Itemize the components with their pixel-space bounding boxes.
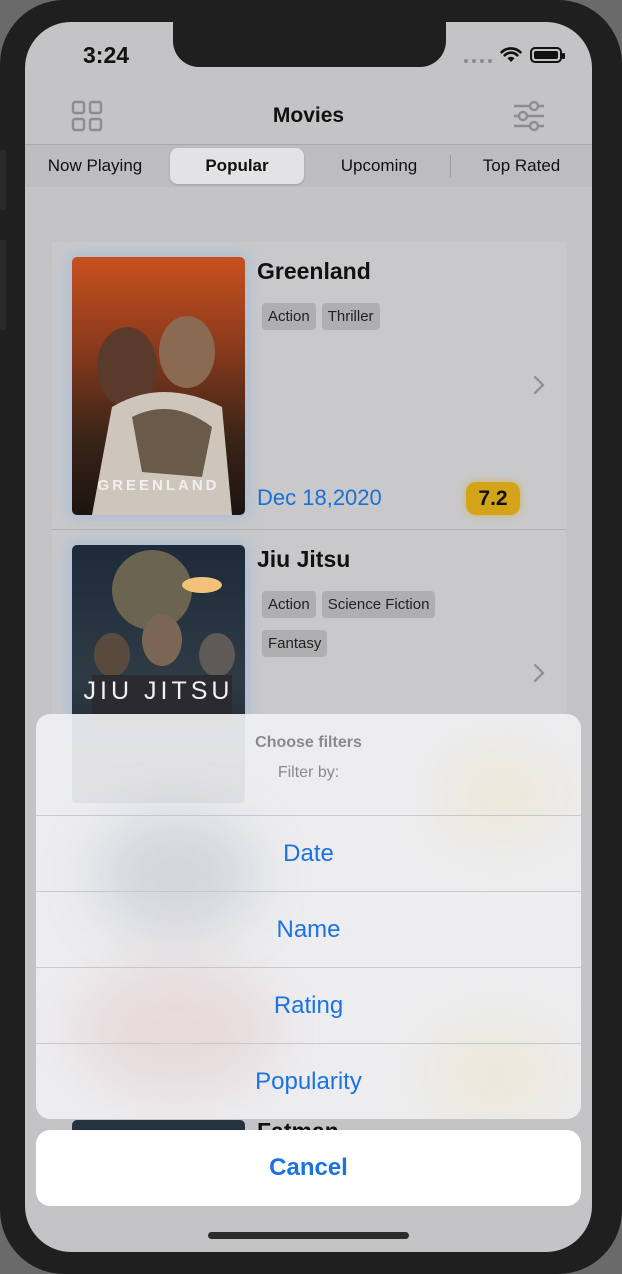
genre-tag: Fantasy (262, 630, 328, 657)
genre-tag: Thriller (321, 303, 380, 330)
tab-popular[interactable]: Popular (170, 148, 304, 184)
genre-tags: Action Thriller (262, 303, 502, 342)
release-date: Dec 18,2020 (257, 485, 382, 510)
chevron-right-icon (533, 375, 545, 395)
side-button (0, 240, 6, 330)
screen: 3:24 Movies Now Playing Popular Upcoming… (25, 22, 592, 1252)
movie-card[interactable]: GREENLAND Greenland Action Thriller Dec 1… (52, 242, 566, 529)
movie-title: Greenland (257, 258, 371, 284)
tab-top-rated[interactable]: Top Rated (451, 148, 592, 184)
tab-now-playing[interactable]: Now Playing (25, 148, 165, 184)
poster-title: GREENLAND (97, 477, 220, 494)
sheet-message: Filter by: (277, 764, 340, 781)
phone-frame: 3:24 Movies Now Playing Popular Upcoming… (0, 0, 622, 1274)
filter-name-button[interactable]: Name (36, 891, 581, 968)
genre-tags: Action Science Fiction Fantasy (262, 591, 502, 669)
genre-tag: Action (262, 303, 316, 330)
sheet-header: Choose filters Filter by: (36, 714, 581, 815)
cancel-button[interactable]: Cancel (36, 1130, 581, 1206)
filter-date-button[interactable]: Date (36, 815, 581, 892)
battery-icon (530, 46, 565, 63)
filter-action-sheet: Choose filters Filter by: Date Name Rati… (36, 714, 581, 1119)
notch (173, 22, 446, 67)
tab-upcoming[interactable]: Upcoming (309, 148, 449, 184)
status-time: 3:24 (83, 42, 130, 68)
filter-popularity-button[interactable]: Popularity (36, 1043, 581, 1119)
movie-poster: GREENLAND (72, 257, 245, 515)
home-indicator[interactable] (208, 1232, 409, 1239)
wifi-icon (500, 47, 522, 62)
signal-icon (464, 47, 492, 63)
genre-tag: Action (262, 591, 316, 618)
side-button (0, 150, 6, 210)
page-title: Movies (272, 104, 345, 127)
sheet-title: Choose filters (255, 734, 362, 751)
genre-tag: Science Fiction (321, 591, 436, 618)
sliders-icon[interactable] (512, 100, 546, 132)
chevron-right-icon (533, 663, 545, 683)
rating-badge: 7.2 (466, 482, 520, 515)
poster-title: JIU JITSU (83, 677, 234, 705)
movie-title: Jiu Jitsu (257, 546, 351, 572)
filter-rating-button[interactable]: Rating (36, 967, 581, 1044)
category-segmented-control: Now Playing Popular Upcoming Top Rated (25, 145, 592, 187)
navigation-bar: Movies (25, 92, 592, 144)
